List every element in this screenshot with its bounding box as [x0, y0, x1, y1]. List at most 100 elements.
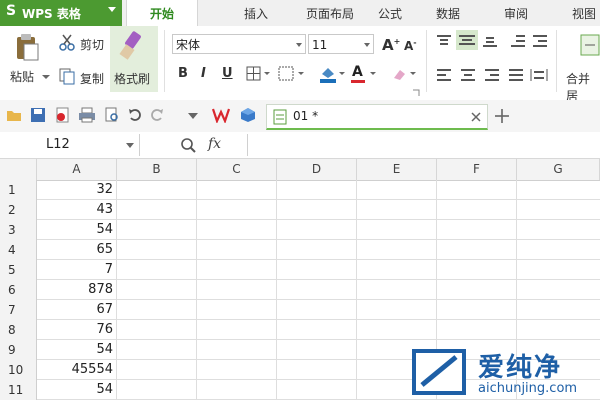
fill-color-icon[interactable] [318, 64, 348, 87]
cell-a5[interactable]: 7 [37, 260, 117, 280]
tab-insert[interactable]: 插入 [226, 0, 286, 26]
tab-formulas[interactable]: 公式 [360, 0, 420, 26]
formula-input[interactable] [247, 134, 598, 156]
ribbon-divider [556, 30, 557, 92]
underline-button[interactable]: U [222, 66, 233, 81]
tab-data[interactable]: 数据 [418, 0, 478, 26]
table-row: 3 54 [0, 220, 600, 240]
chevron-down-icon [108, 7, 116, 12]
watermark-title: 爱纯净 [478, 353, 563, 383]
cell-a1[interactable]: 32 [37, 180, 117, 200]
align-middle-button[interactable] [456, 30, 478, 50]
align-right-icon[interactable] [484, 68, 500, 85]
zoom-icon[interactable] [180, 137, 196, 153]
bold-button[interactable]: B [178, 66, 188, 81]
open-folder-icon[interactable] [6, 108, 22, 122]
format-painter-button[interactable]: 格式刷 [110, 26, 158, 92]
tab-view[interactable]: 视图 [556, 0, 600, 26]
save-icon[interactable] [30, 107, 46, 123]
cut-button[interactable]: 剪切 [80, 36, 104, 53]
row-header[interactable]: 1 [0, 180, 37, 200]
borders-icon[interactable] [246, 66, 272, 85]
row-header[interactable]: 2 [0, 200, 37, 220]
format-painter-label[interactable]: 格式刷 [114, 70, 150, 87]
fill-pattern-icon[interactable] [278, 66, 308, 85]
undo-icon[interactable] [128, 108, 142, 122]
wps-w-logo-icon[interactable] [212, 107, 230, 123]
tab-review[interactable]: 审阅 [486, 0, 546, 26]
copy-button[interactable]: 复制 [80, 70, 104, 87]
row-header[interactable]: 4 [0, 240, 37, 260]
export-pdf-icon[interactable] [54, 107, 70, 123]
insert-function-button[interactable]: fx [208, 136, 221, 152]
tab-page-layout[interactable]: 页面布局 [290, 0, 370, 26]
cell-a7[interactable]: 67 [37, 300, 117, 320]
tab-home[interactable]: 开始 [126, 0, 198, 26]
row-header[interactable]: 5 [0, 260, 37, 280]
align-center-icon[interactable] [460, 68, 476, 85]
shrink-font-icon: A [404, 39, 414, 53]
row-header[interactable]: 3 [0, 220, 37, 240]
scissors-icon[interactable] [58, 34, 76, 55]
table-row: 8 76 [0, 320, 600, 340]
column-header-e[interactable]: E [357, 159, 437, 180]
chevron-down-icon [364, 43, 370, 47]
cell-a9[interactable]: 54 [37, 340, 117, 360]
row-header[interactable]: 10 [0, 360, 37, 380]
clear-format-icon[interactable] [390, 64, 420, 87]
decrease-indent-icon[interactable] [510, 34, 526, 51]
redo-icon[interactable] [150, 108, 164, 122]
shrink-font-button[interactable]: A- [404, 38, 417, 53]
select-all-corner[interactable] [0, 159, 37, 180]
align-bottom-icon[interactable] [482, 34, 498, 51]
align-top-icon[interactable] [436, 34, 452, 51]
new-tab-icon[interactable] [494, 108, 510, 124]
grow-font-button[interactable]: A+ [382, 36, 400, 54]
italic-button[interactable]: I [201, 66, 206, 81]
increase-indent-icon[interactable] [532, 34, 548, 51]
cell-a2[interactable]: 43 [37, 200, 117, 220]
customize-dropdown-icon[interactable] [188, 112, 198, 120]
print-icon[interactable] [78, 107, 96, 123]
ribbon-divider [426, 30, 427, 92]
column-header-d[interactable]: D [277, 159, 357, 180]
paste-label[interactable]: 粘贴 [10, 68, 34, 85]
font-name-select[interactable]: 宋体 [172, 34, 306, 54]
justify-icon[interactable] [508, 68, 524, 85]
column-header-c[interactable]: C [197, 159, 277, 180]
column-header-a[interactable]: A [37, 159, 117, 180]
column-header-b[interactable]: B [117, 159, 197, 180]
app-menu-button[interactable]: S WPS 表格 [0, 0, 122, 26]
row-header[interactable]: 9 [0, 340, 37, 360]
cell-a10[interactable]: 45554 [37, 360, 117, 380]
table-row: 1 32 [0, 180, 600, 200]
close-icon[interactable] [471, 112, 481, 122]
cube-icon[interactable] [240, 107, 256, 123]
cell-a3[interactable]: 54 [37, 220, 117, 240]
table-row: 4 65 [0, 240, 600, 260]
row-header[interactable]: 6 [0, 280, 37, 300]
name-box[interactable]: L12 [0, 134, 140, 156]
font-size-select[interactable]: 11 [308, 34, 374, 54]
align-left-icon[interactable] [436, 68, 452, 85]
cell-a4[interactable]: 65 [37, 240, 117, 260]
column-header-f[interactable]: F [437, 159, 517, 180]
cell-a6[interactable]: 878 [37, 280, 117, 300]
document-tab[interactable]: 01 * [266, 104, 488, 130]
paste-button[interactable] [12, 32, 42, 65]
cell-a11[interactable]: 54 [37, 380, 117, 400]
column-header-g[interactable]: G [517, 159, 600, 180]
merge-center-button[interactable]: 合并居 [566, 70, 600, 104]
copy-icon[interactable] [58, 67, 76, 88]
chevron-down-icon[interactable] [42, 70, 50, 84]
row-header[interactable]: 8 [0, 320, 37, 340]
paintbrush-icon [119, 31, 141, 60]
merge-center-icon[interactable] [580, 32, 600, 61]
dialog-launcher-icon[interactable] [412, 86, 420, 100]
row-header[interactable]: 7 [0, 300, 37, 320]
row-header[interactable]: 11 [0, 380, 37, 400]
print-preview-icon[interactable] [104, 107, 120, 123]
cell-a8[interactable]: 76 [37, 320, 117, 340]
grow-font-icon: A [382, 36, 394, 54]
distributed-align-icon[interactable] [530, 68, 548, 85]
